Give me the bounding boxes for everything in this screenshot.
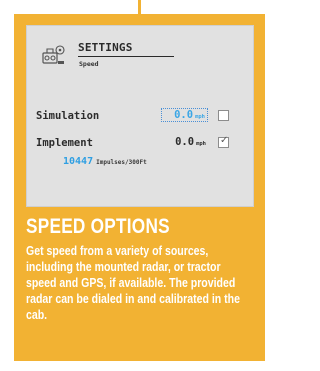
simulation-label: Simulation bbox=[36, 110, 100, 122]
feature-description: Get speed from a variety of sources, inc… bbox=[26, 243, 240, 322]
connector-line bbox=[138, 0, 141, 14]
implement-label: Implement bbox=[36, 137, 93, 149]
impulses-unit: Impulses/300Ft bbox=[96, 159, 147, 166]
implement-speed-field[interactable]: 0.0 mph bbox=[161, 136, 208, 150]
implement-checkbox[interactable]: ✓ bbox=[218, 135, 229, 148]
simulation-speed-value: 0.0 bbox=[174, 109, 194, 121]
simulation-speed-field[interactable]: 0.0 mph bbox=[161, 108, 208, 122]
feature-heading: SPEED OPTIONS bbox=[26, 215, 170, 238]
impulses-value: 10447 bbox=[63, 156, 94, 167]
feature-card: SETTINGS Speed Simulation 0.0 mph Implem… bbox=[14, 14, 265, 361]
screen-header: SETTINGS Speed bbox=[42, 41, 242, 71]
title-underline bbox=[78, 56, 174, 57]
settings-icon[interactable] bbox=[42, 43, 66, 67]
impulses-readout: 10447 Impulses/300Ft bbox=[63, 149, 147, 168]
simulation-speed-unit: mph bbox=[195, 114, 205, 120]
settings-screen: SETTINGS Speed Simulation 0.0 mph Implem… bbox=[26, 25, 254, 207]
screen-subtitle: Speed bbox=[79, 60, 99, 68]
implement-speed-unit: mph bbox=[196, 141, 206, 147]
simulation-checkbox[interactable] bbox=[218, 110, 229, 121]
screen-title: SETTINGS bbox=[78, 41, 133, 54]
implement-speed-value: 0.0 bbox=[175, 136, 195, 148]
checkmark-icon: ✓ bbox=[220, 135, 229, 146]
